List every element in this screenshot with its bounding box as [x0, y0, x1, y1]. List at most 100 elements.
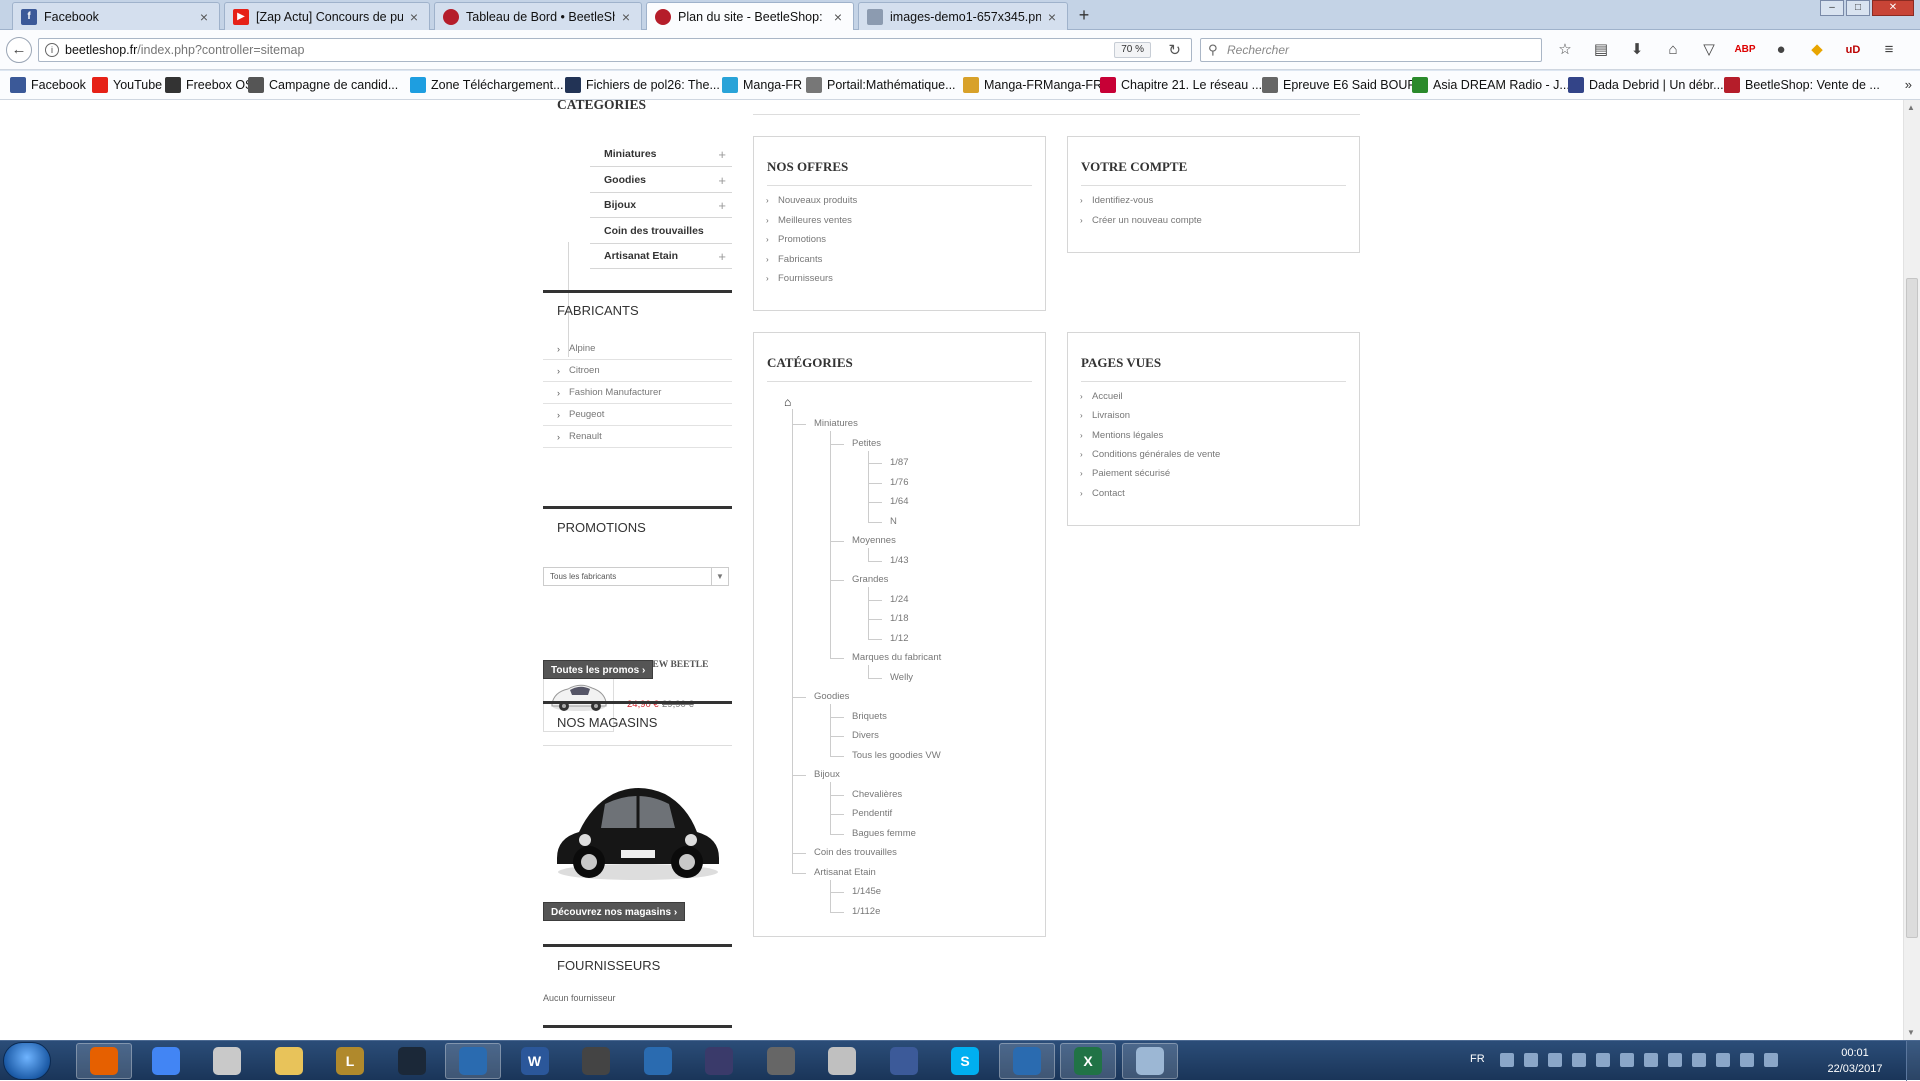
category-tree-item[interactable]: Welly: [890, 672, 913, 683]
manufacturer-item[interactable]: › Renault: [543, 426, 732, 448]
manufacturer-select[interactable]: Tous les fabricants ▼: [543, 567, 729, 586]
sitemap-link[interactable]: › Nouveaux produits: [766, 195, 857, 206]
category-tree-item[interactable]: Grandes: [852, 574, 888, 585]
taskbar-app-steam[interactable]: [384, 1043, 440, 1079]
category-tree-item[interactable]: Moyennes: [852, 535, 896, 546]
category-tree-item[interactable]: 1/18: [890, 613, 909, 624]
extension-icon[interactable]: ●: [1768, 40, 1794, 60]
zoom-indicator[interactable]: 70 %: [1114, 42, 1151, 58]
search-input[interactable]: ⚲ Rechercher: [1200, 38, 1542, 62]
sitemap-link[interactable]: › Contact: [1080, 488, 1125, 499]
close-icon[interactable]: ×: [619, 9, 633, 25]
bookmark-item[interactable]: Portail:Mathématique...: [806, 76, 956, 94]
category-tree-item[interactable]: Tous les goodies VW: [852, 750, 941, 761]
sitemap-link[interactable]: › Conditions générales de vente: [1080, 449, 1220, 460]
manufacturer-item[interactable]: › Fashion Manufacturer: [543, 382, 732, 404]
home-icon[interactable]: ⌂: [1660, 40, 1686, 60]
category-tree-item[interactable]: 1/87: [890, 457, 909, 468]
close-icon[interactable]: ×: [1045, 9, 1059, 25]
bookmark-star-icon[interactable]: ☆: [1552, 40, 1578, 60]
maximize-button[interactable]: □: [1846, 0, 1870, 16]
volume-icon[interactable]: [1764, 1053, 1778, 1067]
manufacturer-item[interactable]: › Peugeot: [543, 404, 732, 426]
taskbar-app-explorer[interactable]: [261, 1043, 317, 1079]
taskbar-app-app-13[interactable]: [814, 1043, 870, 1079]
category-tree-item[interactable]: 1/64: [890, 496, 909, 507]
taskbar-app-app-9[interactable]: [568, 1043, 624, 1079]
close-icon[interactable]: ×: [407, 9, 421, 25]
taskbar-app-excel[interactable]: X: [1060, 1043, 1116, 1079]
taskbar-app-word[interactable]: W: [507, 1043, 563, 1079]
plus-icon[interactable]: +: [718, 244, 726, 269]
bookmark-item[interactable]: Manga-FR: [722, 76, 802, 94]
taskbar-app-app-12[interactable]: [753, 1043, 809, 1079]
sitemap-link[interactable]: › Promotions: [766, 234, 826, 245]
category-tree-item[interactable]: Briquets: [852, 711, 887, 722]
category-tree-item[interactable]: 1/43: [890, 555, 909, 566]
bookmark-item[interactable]: Campagne de candid...: [248, 76, 398, 94]
category-tree-item[interactable]: Miniatures: [814, 418, 858, 429]
sidebar-category-item[interactable]: Goodies +: [590, 168, 732, 193]
ublock-icon[interactable]: uD: [1840, 40, 1866, 60]
all-promos-button[interactable]: Toutes les promos ›: [543, 660, 654, 679]
tray-app-icon[interactable]: [1572, 1053, 1586, 1067]
bookmark-item[interactable]: Zone Téléchargement...: [410, 76, 563, 94]
category-tree-item[interactable]: Goodies: [814, 691, 849, 702]
bookmark-item[interactable]: Fichiers de pol26: The...: [565, 76, 720, 94]
category-tree-item[interactable]: 1/12: [890, 633, 909, 644]
taskbar-app-firefox[interactable]: [76, 1043, 132, 1079]
site-info-icon[interactable]: i: [45, 43, 59, 57]
tray-app-icon[interactable]: [1596, 1053, 1610, 1067]
bookmark-item[interactable]: Facebook: [10, 76, 86, 94]
new-tab-button[interactable]: +: [1074, 4, 1094, 26]
sitemap-link[interactable]: › Créer un nouveau compte: [1080, 215, 1202, 226]
category-tree-item[interactable]: 1/76: [890, 477, 909, 488]
taskbar-app-paint[interactable]: [1121, 1043, 1178, 1079]
taskbar-app-launcher-2[interactable]: [998, 1043, 1055, 1079]
show-desktop-button[interactable]: [1906, 1041, 1920, 1081]
close-icon[interactable]: ×: [831, 9, 845, 25]
discover-stores-button[interactable]: Découvrez nos magasins ›: [543, 902, 686, 921]
bookmark-item[interactable]: Dada Debrid | Un débr...: [1568, 76, 1724, 94]
network-icon[interactable]: [1740, 1053, 1754, 1067]
taskbar-app-clock-app[interactable]: [199, 1043, 255, 1079]
category-tree-item[interactable]: Coin des trouvailles: [814, 847, 897, 858]
tab-zap-actu[interactable]: ▶ [Zap Actu] Concours de pu... ×: [224, 2, 430, 30]
sitemap-link[interactable]: › Identifiez-vous: [1080, 195, 1153, 206]
home-icon[interactable]: ⌂: [784, 395, 791, 409]
back-button[interactable]: ←: [6, 37, 32, 63]
stores-car-image[interactable]: [543, 754, 732, 896]
taskbar-app-app-10[interactable]: [630, 1043, 686, 1079]
bookmark-item[interactable]: Chapitre 21. Le réseau ...: [1100, 76, 1262, 94]
tray-app-icon[interactable]: [1548, 1053, 1562, 1067]
scroll-down-arrow-icon[interactable]: ▼: [1907, 1028, 1915, 1037]
taskbar-app-skype[interactable]: S: [937, 1043, 993, 1079]
reading-list-icon[interactable]: ▤: [1588, 40, 1614, 60]
tray-app-icon[interactable]: [1500, 1053, 1514, 1067]
taskbar-app-league-of-legends[interactable]: L: [322, 1043, 378, 1079]
pocket-icon[interactable]: ▽: [1696, 40, 1722, 60]
sitemap-link[interactable]: › Fournisseurs: [766, 273, 833, 284]
plus-icon[interactable]: +: [718, 193, 726, 218]
category-tree-item[interactable]: Petites: [852, 438, 881, 449]
tray-app-icon[interactable]: [1716, 1053, 1730, 1067]
category-tree-item[interactable]: Artisanat Etain: [814, 867, 876, 878]
sitemap-link[interactable]: › Mentions légales: [1080, 430, 1163, 441]
close-icon[interactable]: ×: [197, 9, 211, 25]
reload-icon[interactable]: ↻: [1168, 40, 1181, 62]
sitemap-link[interactable]: › Fabricants: [766, 254, 822, 265]
bookmark-item[interactable]: YouTube: [92, 76, 162, 94]
tab-images-demo[interactable]: images-demo1-657x345.pn... ×: [858, 2, 1068, 30]
sidebar-category-item[interactable]: Coin des trouvailles: [590, 219, 732, 244]
sitemap-link[interactable]: › Meilleures ventes: [766, 215, 852, 226]
tray-app-icon[interactable]: [1644, 1053, 1658, 1067]
bookmark-item[interactable]: Freebox OS: [165, 76, 253, 94]
address-bar[interactable]: i beetleshop.fr/index.php?controller=sit…: [38, 38, 1192, 62]
page-scrollbar[interactable]: ▲ ▼: [1903, 100, 1920, 1040]
sidebar-category-item[interactable]: Artisanat Etain +: [590, 244, 732, 269]
sidebar-category-item[interactable]: Miniatures +: [590, 142, 732, 167]
chevron-more-icon[interactable]: »: [1905, 77, 1912, 92]
category-tree-item[interactable]: 1/112e: [852, 906, 880, 917]
category-tree-item[interactable]: 1/145e: [852, 886, 881, 897]
category-tree-item[interactable]: Chevalières: [852, 789, 902, 800]
